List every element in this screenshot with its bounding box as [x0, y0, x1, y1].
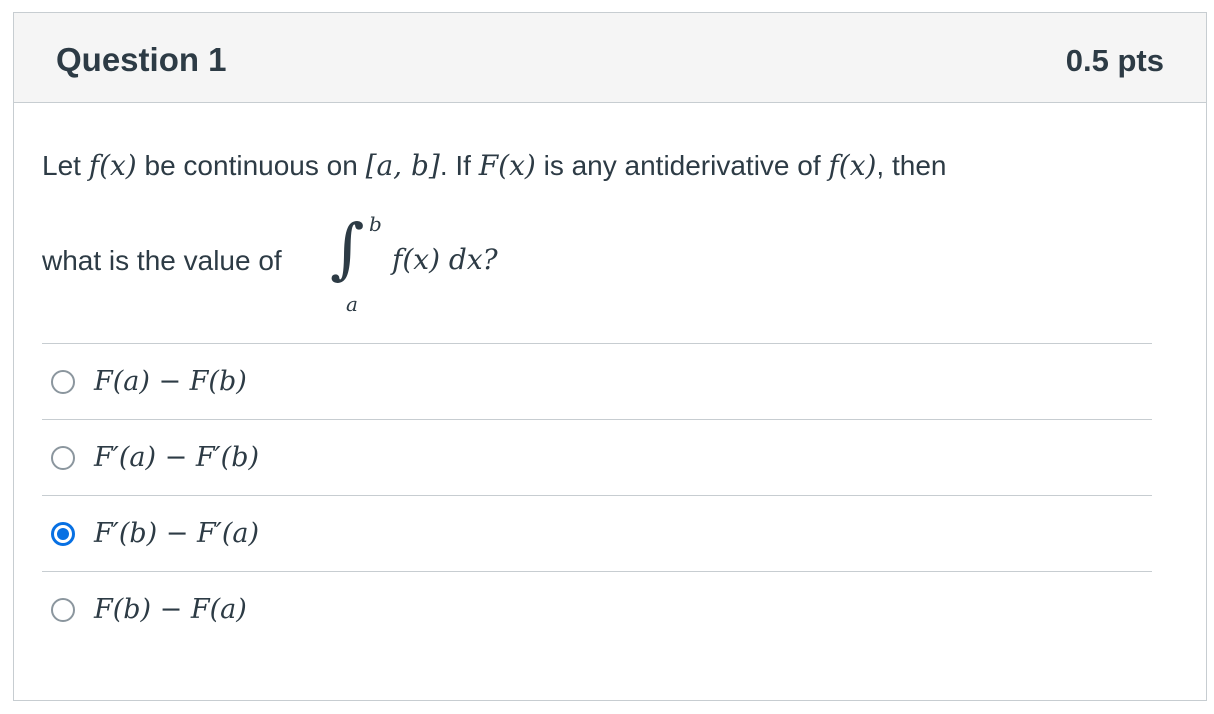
- answer-label[interactable]: F′(b) − F′(a): [94, 518, 259, 549]
- answer-label[interactable]: F′(a) − F′(b): [94, 442, 259, 473]
- math-fx: f(x): [88, 149, 137, 182]
- math-interval: [a, b]: [365, 149, 440, 182]
- text-segment: Let: [42, 150, 89, 181]
- answer-label[interactable]: F(b) − F(a): [94, 594, 247, 625]
- question-points: 0.5 pts: [1065, 43, 1164, 78]
- answer-option[interactable]: F(b) − F(a): [42, 571, 1152, 647]
- integral-upper-limit: b: [369, 212, 382, 236]
- text-segment: . If: [439, 150, 479, 181]
- answer-option[interactable]: F′(a) − F′(b): [42, 419, 1152, 495]
- text-segment: be continuous on: [136, 150, 366, 181]
- integral-sign-icon: ∫: [330, 210, 365, 287]
- answer-label[interactable]: F(a) − F(b): [94, 366, 247, 397]
- question-line-2: what is the value of: [42, 245, 282, 276]
- integral-expression: ∫ b a f(x) dx?: [326, 206, 498, 316]
- math-Fx: F(x): [478, 149, 536, 182]
- radio-button[interactable]: [51, 598, 75, 622]
- answer-list: F(a) − F(b) F′(a) − F′(b) F′(b) − F′(a) …: [42, 343, 1152, 647]
- math-fx-2: f(x): [828, 149, 877, 182]
- answer-option[interactable]: F′(b) − F′(a): [42, 495, 1152, 571]
- question-line-1: Let f(x) be continuous on [a, b]. If F(x…: [42, 152, 946, 180]
- question-title: Question 1: [56, 41, 227, 78]
- text-segment: , then: [876, 150, 947, 181]
- radio-button[interactable]: [51, 370, 75, 394]
- question-header: Question 1 0.5 pts: [14, 13, 1206, 103]
- radio-button-selected[interactable]: [51, 522, 75, 546]
- answer-option[interactable]: F(a) − F(b): [42, 343, 1152, 419]
- text-segment: is any antiderivative of: [535, 150, 829, 181]
- radio-button[interactable]: [51, 446, 75, 470]
- integral-lower-limit: a: [346, 292, 358, 316]
- integrand: f(x) dx?: [392, 243, 498, 276]
